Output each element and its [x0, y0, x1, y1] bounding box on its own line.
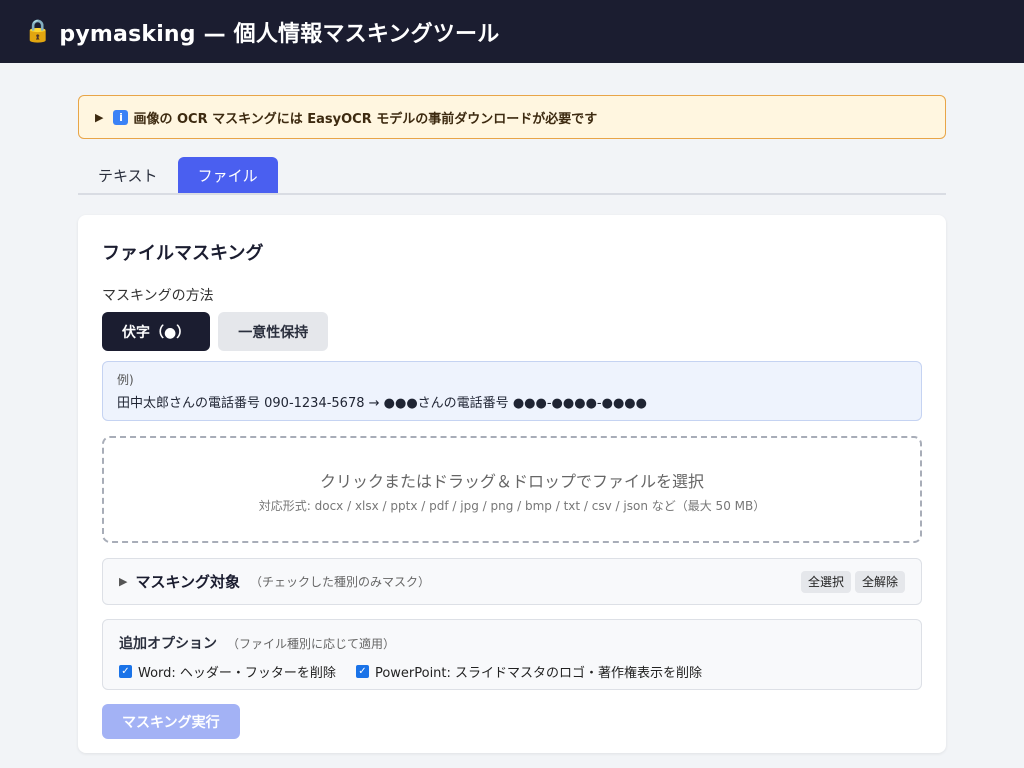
example-label: 例) [117, 373, 134, 387]
example-box: 例) 田中太郎さんの電話番号 090-1234-5678 → ●●●さんの電話番… [102, 361, 922, 421]
main-container: ▶ i 画像の OCR マスキングには EasyOCR モデルの事前ダウンロード… [78, 95, 946, 753]
method-selector: 伏字（●） 一意性保持 [102, 312, 922, 351]
dropzone-formats-text: 対応形式: docx / xlsx / pptx / pdf / jpg / p… [258, 499, 766, 513]
lock-icon: 🔒 [24, 19, 52, 44]
app-header: 🔒 pymasking — 個人情報マスキングツール [0, 0, 1024, 63]
method-redact-button[interactable]: 伏字（●） [102, 312, 211, 351]
tab-text[interactable]: テキスト [78, 157, 178, 193]
method-label: マスキングの方法 [102, 288, 214, 304]
file-dropzone[interactable]: クリックまたはドラッグ＆ドロップでファイルを選択 対応形式: docx / xl… [102, 436, 922, 543]
info-icon: i [113, 109, 129, 125]
file-masking-card: ファイルマスキング マスキングの方法 伏字（●） 一意性保持 例) 田中太郎さん… [78, 215, 946, 753]
option-powerpoint[interactable]: ✓ PowerPoint: スライドマスタのロゴ・著作権表示を削除 [355, 662, 703, 681]
additional-options-panel: 追加オプション （ファイル種別に応じて適用） ✓ Word: ヘッダー・フッター… [102, 619, 922, 690]
ocr-notice[interactable]: ▶ i 画像の OCR マスキングには EasyOCR モデルの事前ダウンロード… [78, 95, 946, 139]
card-title: ファイルマスキング [102, 243, 264, 264]
powerpoint-option-label: PowerPoint: スライドマスタのロゴ・著作権表示を削除 [374, 666, 703, 681]
targets-note: （チェックした種別のみマスク） [250, 575, 431, 589]
option-word[interactable]: ✓ Word: ヘッダー・フッターを削除 [119, 662, 336, 681]
app-title: pymasking — 個人情報マスキングツール [59, 21, 500, 47]
dropzone-main-text: クリックまたはドラッグ＆ドロップでファイルを選択 [319, 472, 704, 491]
word-option-label: Word: ヘッダー・フッターを削除 [138, 666, 336, 681]
expand-arrow-icon[interactable]: ▶ [119, 575, 127, 588]
clear-all-button[interactable]: 全解除 [854, 570, 905, 593]
masking-targets-panel[interactable]: ▶ マスキング対象 （チェックした種別のみマスク） 全選択 全解除 [102, 558, 922, 605]
powerpoint-checkbox[interactable]: ✓ [355, 665, 369, 678]
targets-title: マスキング対象 [135, 573, 241, 591]
method-unique-button[interactable]: 一意性保持 [218, 312, 329, 351]
options-title: 追加オプション [119, 636, 217, 652]
options-note: （ファイル種別に応じて適用） [227, 637, 396, 651]
select-all-button[interactable]: 全選択 [800, 570, 851, 593]
tab-bar: テキスト ファイル [78, 157, 946, 195]
tab-file[interactable]: ファイル [177, 157, 278, 193]
expand-arrow-icon[interactable]: ▶ [95, 111, 103, 124]
word-checkbox[interactable]: ✓ [119, 665, 132, 678]
run-masking-button[interactable]: マスキング実行 [102, 704, 240, 739]
example-text: 田中太郎さんの電話番号 090-1234-5678 → ●●●さんの電話番号 ●… [117, 396, 647, 411]
notice-text: 画像の OCR マスキングには EasyOCR モデルの事前ダウンロードが必要で… [133, 111, 598, 127]
